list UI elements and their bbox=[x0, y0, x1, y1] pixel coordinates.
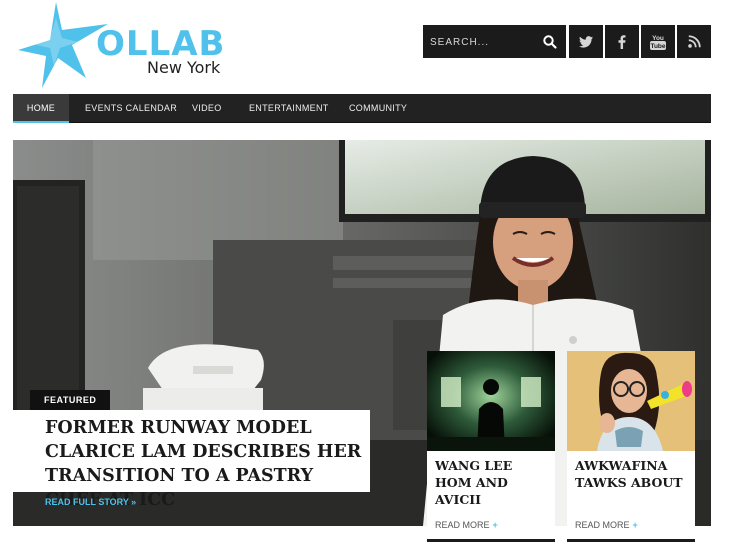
card-read-more-link[interactable]: READ MORE + bbox=[575, 520, 638, 530]
site-logo[interactable]: OLLAB New York bbox=[16, 0, 226, 90]
plus-icon: + bbox=[632, 520, 638, 530]
youtube-icon: You Tube bbox=[650, 35, 666, 50]
card-image bbox=[567, 351, 695, 451]
nav-item-community[interactable]: COMMUNITY bbox=[349, 94, 407, 123]
featured-badge: FEATURED bbox=[30, 390, 111, 410]
nav-item-home[interactable]: HOME bbox=[13, 94, 69, 123]
read-more-label: READ MORE bbox=[575, 520, 630, 530]
main-nav: HOME EVENTS CALENDAR VIDEO ENTERTAINMENT… bbox=[13, 94, 711, 123]
youtube-button[interactable]: You Tube bbox=[641, 25, 675, 58]
nav-item-entertainment[interactable]: ENTERTAINMENT bbox=[249, 94, 329, 123]
card-title[interactable]: AWKWAFINA TAWKS ABOUT bbox=[575, 457, 693, 491]
rss-icon bbox=[687, 35, 701, 48]
card-image bbox=[427, 351, 555, 451]
search-box bbox=[423, 25, 566, 58]
headline-box: FORMER RUNWAY MODEL CLARICE LAM DESCRIBE… bbox=[13, 410, 370, 510]
twitter-button[interactable] bbox=[569, 25, 603, 58]
story-card-wang-lee-hom[interactable]: WANG LEE HOM AND AVICII READ MORE + bbox=[427, 351, 555, 542]
card-read-more-link[interactable]: READ MORE + bbox=[435, 520, 498, 530]
card-title[interactable]: WANG LEE HOM AND AVICII bbox=[435, 457, 553, 508]
rss-button[interactable] bbox=[677, 25, 711, 58]
story-card-awkwafina[interactable]: AWKWAFINA TAWKS ABOUT READ MORE + bbox=[567, 351, 695, 542]
logo-city: New York bbox=[147, 58, 221, 77]
facebook-icon bbox=[618, 34, 626, 49]
read-full-story-link[interactable]: READ FULL STORY » bbox=[45, 497, 136, 507]
svg-text:You: You bbox=[652, 35, 664, 42]
nav-item-video[interactable]: VIDEO bbox=[192, 94, 222, 123]
read-more-label: READ MORE bbox=[435, 520, 490, 530]
card-footer-bar bbox=[567, 539, 695, 542]
search-icon[interactable] bbox=[542, 34, 558, 50]
nav-item-events-calendar[interactable]: EVENTS CALENDAR bbox=[85, 94, 177, 123]
facebook-button[interactable] bbox=[605, 25, 639, 58]
twitter-icon bbox=[579, 35, 593, 48]
search-input[interactable] bbox=[430, 34, 530, 50]
svg-text:Tube: Tube bbox=[650, 43, 665, 50]
plus-icon: + bbox=[492, 520, 498, 530]
card-footer-bar bbox=[427, 539, 555, 542]
